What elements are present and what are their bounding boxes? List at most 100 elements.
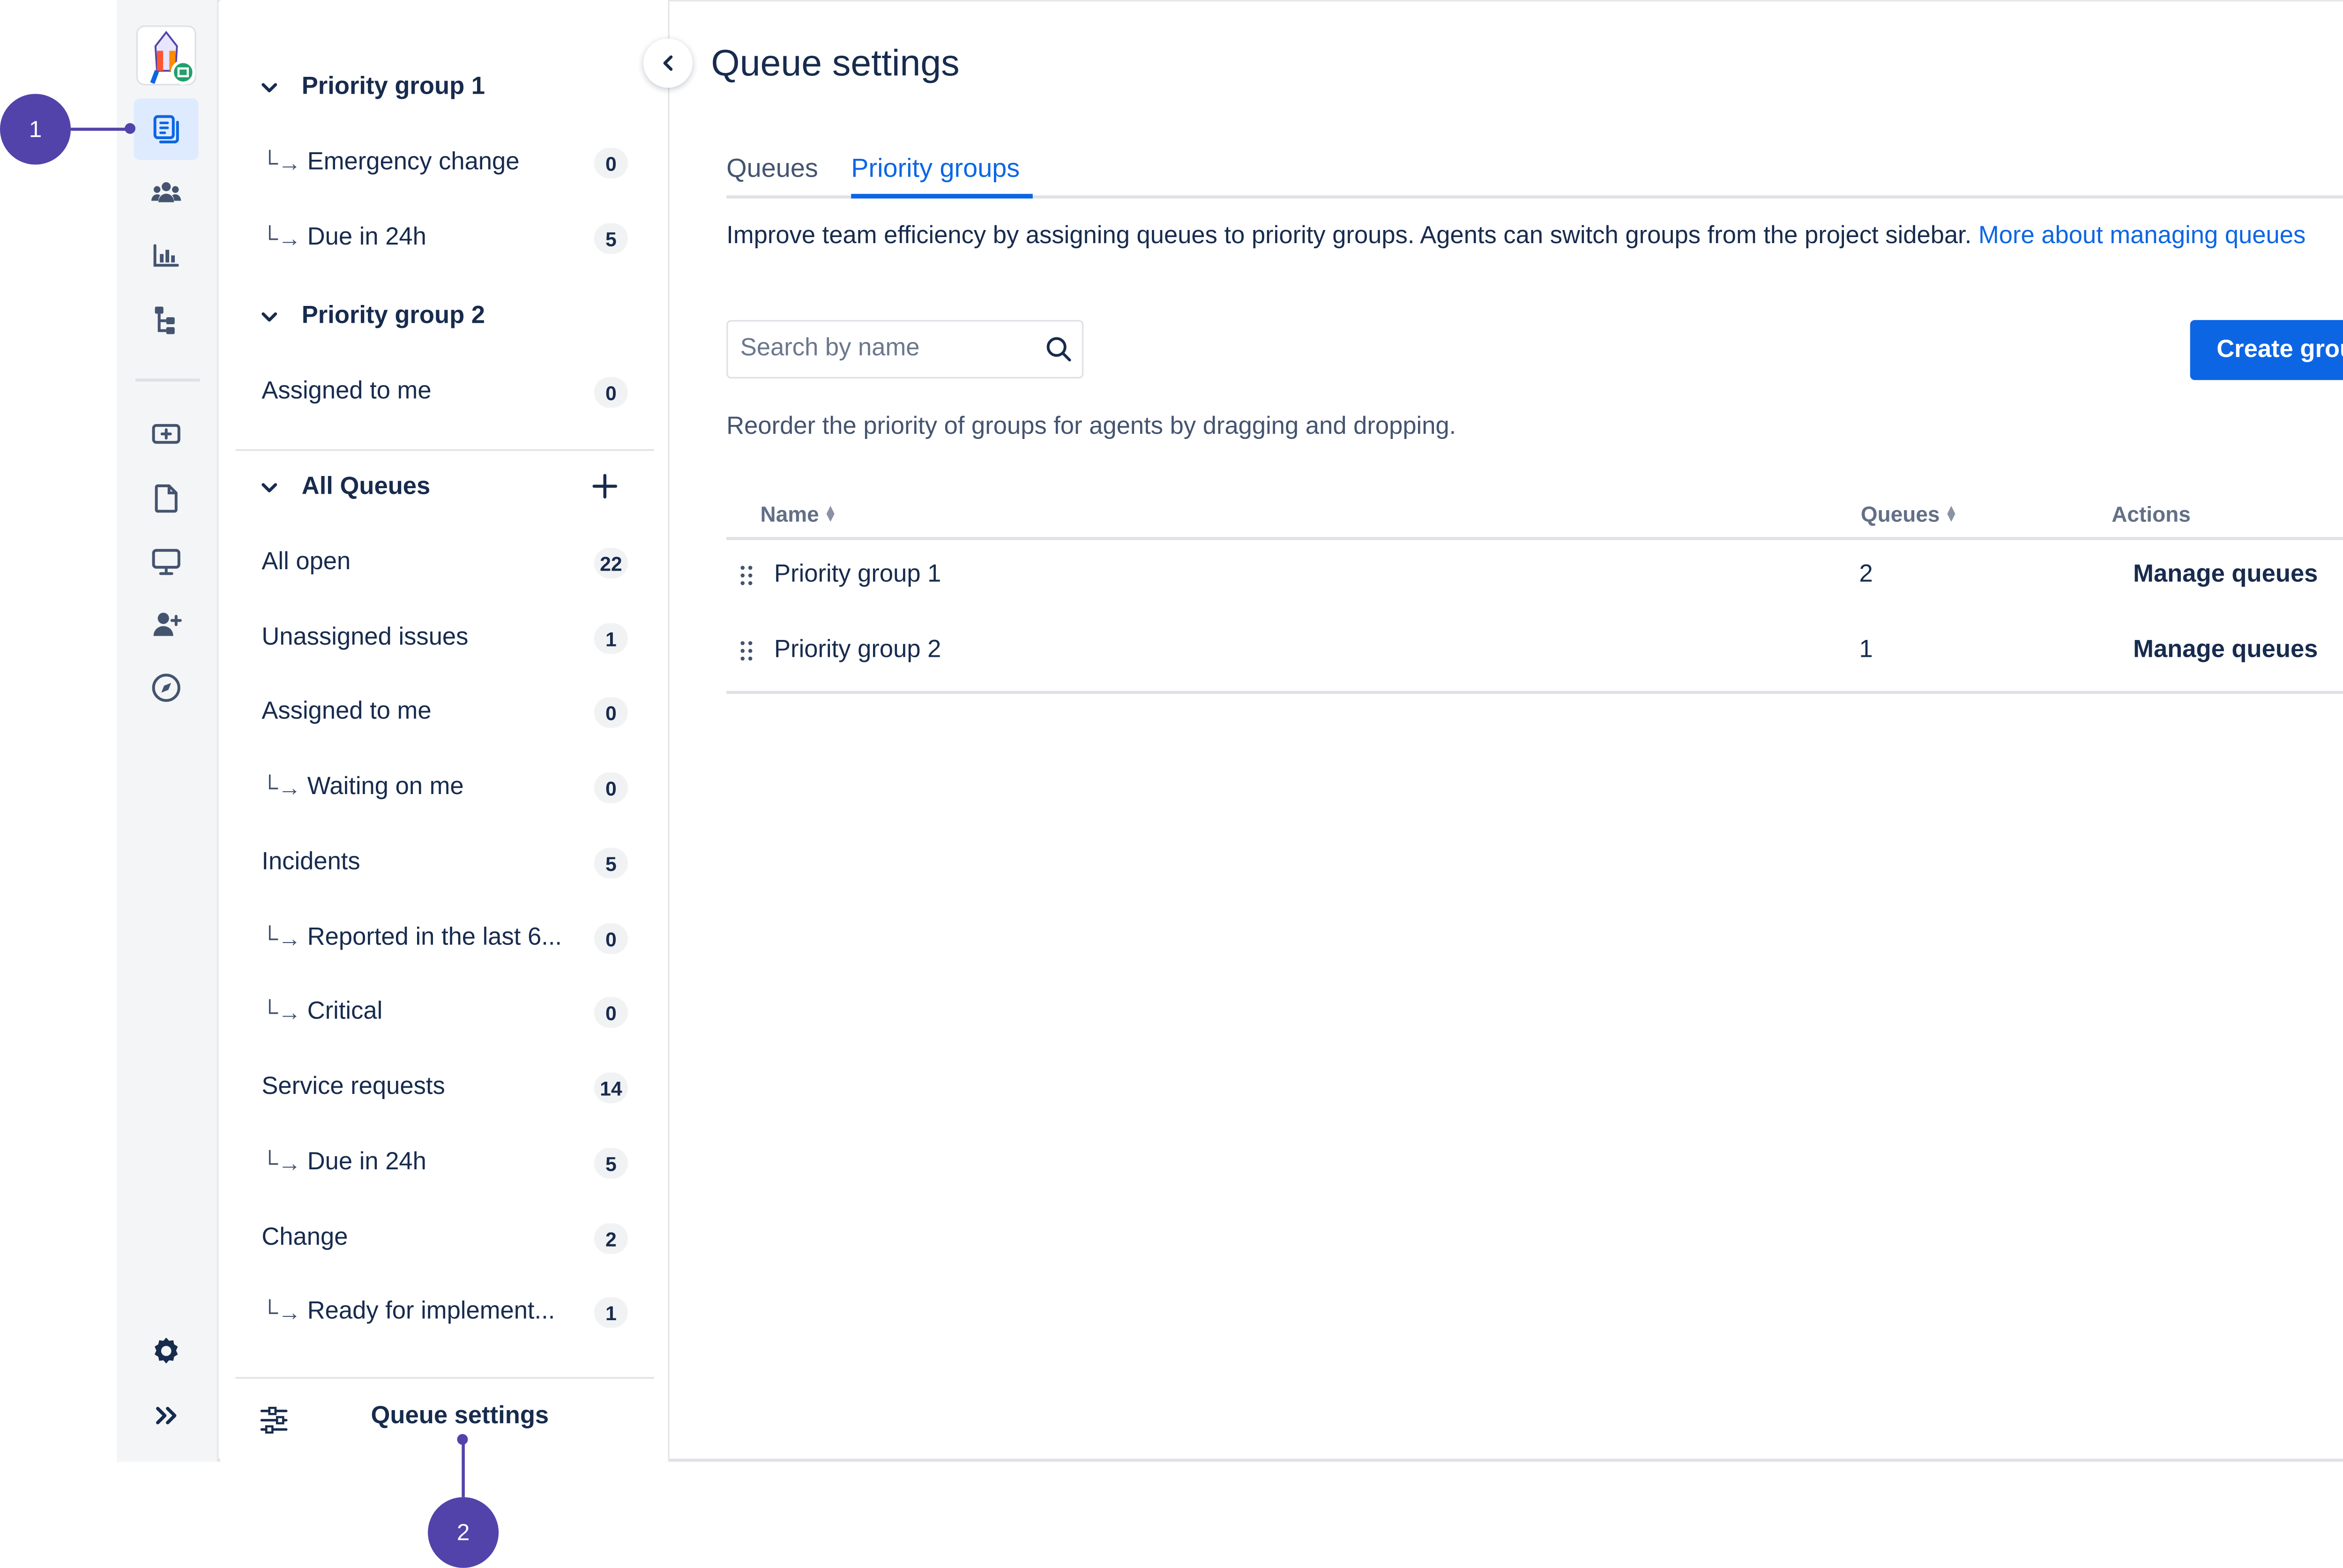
collapse-sidebar-button[interactable] (643, 38, 693, 88)
subqueue-arrow-icon: └→ (261, 774, 301, 801)
add-queue-icon[interactable] (589, 471, 620, 502)
subqueue-arrow-icon: └→ (261, 225, 301, 252)
raise-request-button[interactable] (134, 403, 199, 465)
explore-button[interactable] (134, 657, 199, 718)
chevron-down-icon (261, 483, 277, 493)
hierarchy-icon (155, 306, 175, 334)
group-name: Priority group 2 (774, 637, 941, 663)
manage-queues-button[interactable]: Manage queues (2133, 637, 2318, 665)
column-header-actions: Actions (2112, 502, 2191, 527)
queue-item[interactable]: └→ Critical 0 (261, 997, 628, 1028)
queue-label: Incidents (261, 849, 360, 876)
channels-button[interactable] (134, 531, 199, 592)
callout-1-leader (71, 127, 129, 131)
description-text: Improve team efficiency by assigning que… (726, 223, 1972, 250)
screenshot-stage: Priority group 1 └→ Emergency change 0 └→… (0, 0, 2343, 1568)
queues-icon (153, 115, 179, 143)
more-about-link[interactable]: More about managing queues (1978, 223, 2306, 249)
group-queue-count: 1 (1859, 637, 1873, 663)
group-header-priority-2[interactable]: Priority group 2 (259, 303, 485, 331)
drag-handle-icon[interactable] (739, 639, 754, 663)
queue-item[interactable]: All open 22 (261, 548, 628, 579)
queue-count-badge: 5 (594, 847, 628, 879)
subqueue-arrow-icon: └→ (261, 150, 301, 177)
expand-sidebar-button[interactable] (134, 1385, 199, 1446)
invite-team-button[interactable] (134, 594, 199, 655)
manage-queues-button[interactable]: Manage queues (2133, 562, 2318, 589)
group-header-all-queues[interactable]: All Queues (259, 474, 430, 502)
project-settings-button[interactable] (134, 1320, 199, 1382)
queue-item[interactable]: └→ Emergency change 0 (261, 148, 628, 178)
search-icon (1046, 337, 1071, 362)
active-tab-indicator (851, 193, 1033, 199)
people-icon (151, 182, 181, 202)
queue-item[interactable]: └→ Due in 24h 5 (261, 223, 628, 254)
page-title: Queue settings (711, 43, 960, 85)
queue-settings-link[interactable]: Queue settings (371, 1403, 549, 1431)
queue-item[interactable]: Assigned to me 0 (261, 377, 628, 408)
queue-count-badge: 5 (594, 223, 628, 254)
queue-count-badge: 1 (594, 623, 628, 654)
queue-label: Service requests (261, 1074, 445, 1100)
sort-icon: ▲ ▼ (1944, 501, 1958, 525)
queue-label: Unassigned issues (261, 624, 469, 651)
reports-button[interactable] (134, 225, 199, 286)
column-header-label: Name (760, 501, 819, 527)
queue-label: Reported in the last 6... (307, 924, 562, 951)
queue-label: Assigned to me (261, 699, 432, 725)
queue-item[interactable]: Service requests 14 (261, 1072, 628, 1103)
chevron-down-icon (261, 83, 277, 93)
drag-handle-icon[interactable] (739, 563, 754, 588)
queue-item[interactable]: └→ Ready for implement... 1 (261, 1297, 628, 1328)
subqueue-arrow-icon: └→ (261, 1150, 301, 1176)
table-row: Priority group 2 1 Manage queues ••• (726, 617, 2343, 691)
group-queue-count: 2 (1859, 561, 1873, 588)
chevron-down-icon (261, 312, 277, 322)
group-label: All Queues (301, 474, 431, 500)
create-group-button[interactable]: Create group (2190, 320, 2343, 380)
monitor-icon (152, 549, 180, 575)
queue-item[interactable]: Unassigned issues 1 (261, 623, 628, 654)
sidebar-footer-divider (235, 1377, 654, 1379)
group-header-priority-1[interactable]: Priority group 1 (259, 74, 485, 102)
queue-item[interactable]: └→ Reported in the last 6... 0 (261, 923, 628, 954)
queue-item[interactable]: Assigned to me 0 (261, 697, 628, 728)
group-name: Priority group 1 (774, 561, 941, 588)
queue-item[interactable]: └→ Waiting on me 0 (261, 772, 628, 803)
queue-count-badge: 0 (594, 923, 628, 954)
components-button[interactable] (134, 289, 199, 350)
project-avatar-icon (136, 25, 196, 86)
queue-count-badge: 0 (594, 772, 628, 803)
queue-label: Assigned to me (261, 378, 432, 405)
queue-item[interactable]: └→ Due in 24h 5 (261, 1148, 628, 1179)
compass-icon (152, 674, 180, 702)
customers-button[interactable] (134, 162, 199, 223)
raise-request-icon (152, 424, 180, 444)
queue-label: Due in 24h (307, 224, 426, 251)
search-input[interactable] (728, 321, 1045, 377)
tab-priority-groups[interactable]: Priority groups (851, 154, 1020, 185)
queue-label: Emergency change (307, 149, 520, 176)
project-rail (117, 0, 219, 1462)
column-header-queues[interactable]: Queues ▲ ▼ (1861, 502, 1958, 527)
queues-button[interactable] (134, 98, 199, 160)
subqueue-arrow-icon: └→ (261, 1299, 301, 1326)
page-icon (155, 484, 178, 513)
subqueue-arrow-icon: └→ (261, 999, 301, 1026)
queue-label: Critical (307, 998, 383, 1025)
column-header-name[interactable]: Name ▲ ▼ (760, 502, 837, 527)
queue-item[interactable]: Change 2 (261, 1223, 628, 1254)
queue-item[interactable]: Incidents 5 (261, 847, 628, 879)
queue-label: Waiting on me (307, 774, 464, 800)
search-field[interactable] (726, 320, 1084, 379)
queue-count-badge: 0 (594, 997, 628, 1028)
tab-queues[interactable]: Queues (726, 154, 818, 185)
queue-count-badge: 0 (594, 697, 628, 728)
project-avatar[interactable] (134, 25, 199, 86)
pages-button[interactable] (134, 468, 199, 529)
callout-2-dot (457, 1434, 468, 1445)
sidebar-divider (235, 449, 654, 451)
callout-2: 2 (428, 1497, 499, 1568)
reports-icon (153, 244, 179, 267)
queue-count-badge: 0 (594, 148, 628, 178)
